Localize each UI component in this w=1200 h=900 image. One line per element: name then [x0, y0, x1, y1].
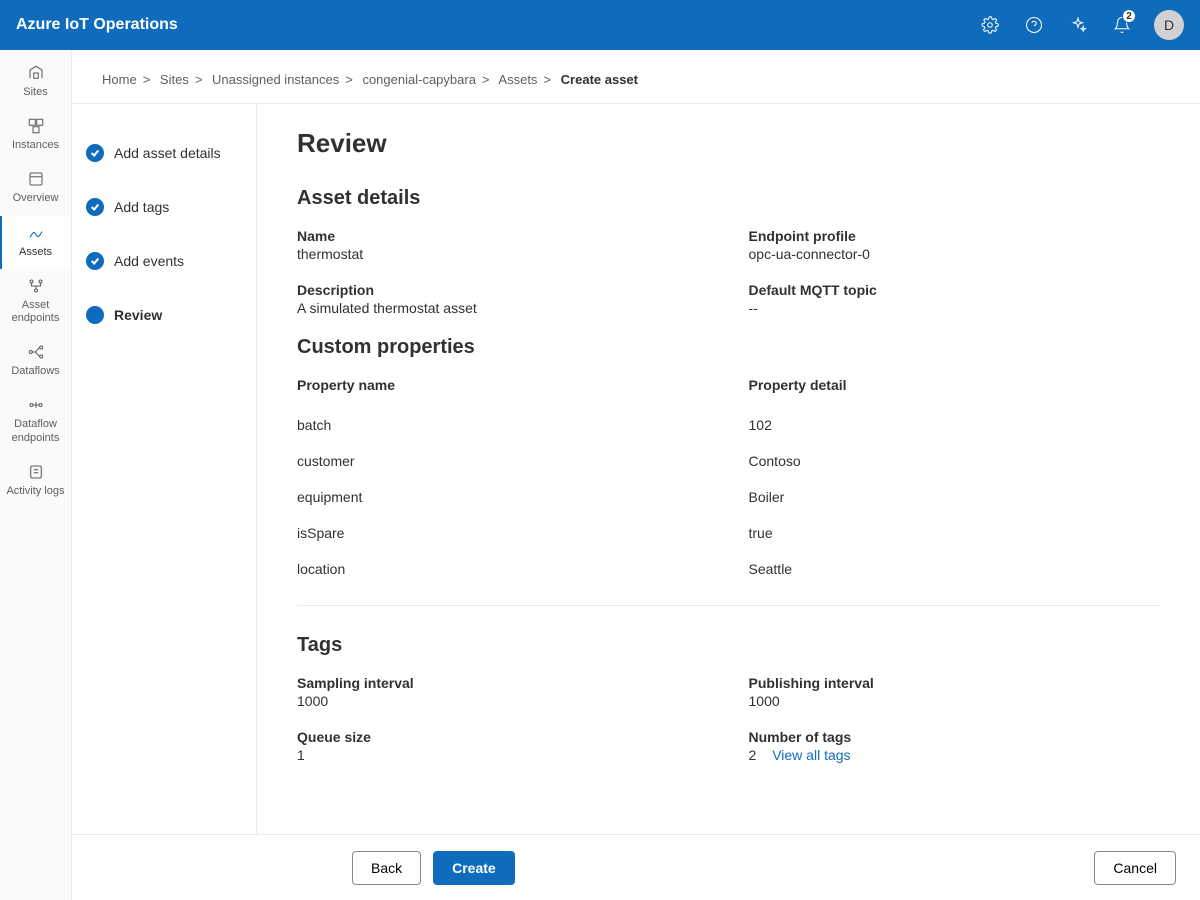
- nav-sites[interactable]: Sites: [0, 56, 71, 109]
- prop-row: location Seattle: [297, 551, 1160, 587]
- notifications-button[interactable]: 2: [1102, 5, 1142, 45]
- nav-dataflows[interactable]: Dataflows: [0, 335, 71, 388]
- kv-description: Description A simulated thermostat asset: [297, 282, 709, 316]
- tags-heading: Tags: [297, 634, 1160, 657]
- sites-icon: [27, 64, 45, 82]
- crumb-home[interactable]: Home: [102, 72, 137, 87]
- activity-logs-icon: [27, 463, 45, 481]
- help-icon: [1025, 16, 1043, 34]
- app-title: Azure IoT Operations: [16, 16, 178, 34]
- nav-overview[interactable]: Overview: [0, 162, 71, 215]
- view-all-tags-link[interactable]: View all tags: [772, 747, 850, 763]
- dataflow-endpoints-icon: [27, 396, 45, 414]
- step-add-asset-details[interactable]: Add asset details: [86, 134, 242, 188]
- create-button[interactable]: Create: [433, 851, 515, 885]
- nav-instances[interactable]: Instances: [0, 109, 71, 162]
- prop-row: equipment Boiler: [297, 479, 1160, 515]
- page-title: Review: [297, 128, 1160, 159]
- kv-mqtt: Default MQTT topic --: [749, 282, 1161, 316]
- crumb-unassigned[interactable]: Unassigned instances: [212, 72, 339, 87]
- wizard-stepper: Add asset details Add tags Add events Re…: [72, 104, 257, 834]
- kv-name: Name thermostat: [297, 228, 709, 262]
- main-content: Home> Sites> Unassigned instances> conge…: [72, 50, 1200, 900]
- nav-dataflow-endpoints[interactable]: Dataflow endpoints: [0, 388, 71, 454]
- nav-activity-logs[interactable]: Activity logs: [0, 455, 71, 508]
- asset-details-heading: Asset details: [297, 187, 1160, 210]
- nav-assets[interactable]: Assets: [0, 216, 71, 269]
- crumb-sites[interactable]: Sites: [160, 72, 189, 87]
- kv-queue: Queue size 1: [297, 729, 709, 763]
- step-review[interactable]: Review: [86, 296, 242, 350]
- assets-icon: [27, 224, 45, 242]
- step-add-tags[interactable]: Add tags: [86, 188, 242, 242]
- kv-publishing: Publishing interval 1000: [749, 675, 1161, 709]
- overview-icon: [27, 170, 45, 188]
- wizard-footer: Back Create Cancel: [72, 834, 1200, 900]
- settings-button[interactable]: [970, 5, 1010, 45]
- back-button[interactable]: Back: [352, 851, 421, 885]
- review-pane[interactable]: Review Asset details Name thermostat Des…: [257, 104, 1200, 834]
- step-add-events[interactable]: Add events: [86, 242, 242, 296]
- crumb-current: Create asset: [561, 72, 638, 87]
- crumb-assets[interactable]: Assets: [498, 72, 537, 87]
- props-header: Property name Property detail: [297, 377, 1160, 393]
- kv-numtags: Number of tags 2 View all tags: [749, 729, 1161, 763]
- dataflows-icon: [27, 343, 45, 361]
- crumb-instance[interactable]: congenial-capybara: [362, 72, 475, 87]
- check-icon: [86, 144, 104, 162]
- kv-sampling: Sampling interval 1000: [297, 675, 709, 709]
- prop-row: customer Contoso: [297, 443, 1160, 479]
- check-icon: [86, 198, 104, 216]
- breadcrumb: Home> Sites> Unassigned instances> conge…: [102, 72, 1170, 87]
- sparkle-icon: [1069, 16, 1087, 34]
- nav-asset-endpoints[interactable]: Asset endpoints: [0, 269, 71, 335]
- prop-row: batch 102: [297, 407, 1160, 443]
- instances-icon: [27, 117, 45, 135]
- cancel-button[interactable]: Cancel: [1094, 851, 1176, 885]
- header-actions: 2 D: [970, 5, 1184, 45]
- prop-row: isSpare true: [297, 515, 1160, 551]
- kv-endpoint: Endpoint profile opc-ua-connector-0: [749, 228, 1161, 262]
- custom-props-heading: Custom properties: [297, 336, 1160, 359]
- help-button[interactable]: [1014, 5, 1054, 45]
- check-icon: [86, 252, 104, 270]
- feedback-button[interactable]: [1058, 5, 1098, 45]
- side-nav: Sites Instances Overview Assets Asset en…: [0, 50, 72, 900]
- app-header: Azure IoT Operations 2 D: [0, 0, 1200, 50]
- asset-endpoints-icon: [27, 277, 45, 295]
- notif-badge: 2: [1122, 9, 1136, 23]
- current-step-icon: [86, 306, 104, 324]
- gear-icon: [981, 16, 999, 34]
- user-avatar[interactable]: D: [1154, 10, 1184, 40]
